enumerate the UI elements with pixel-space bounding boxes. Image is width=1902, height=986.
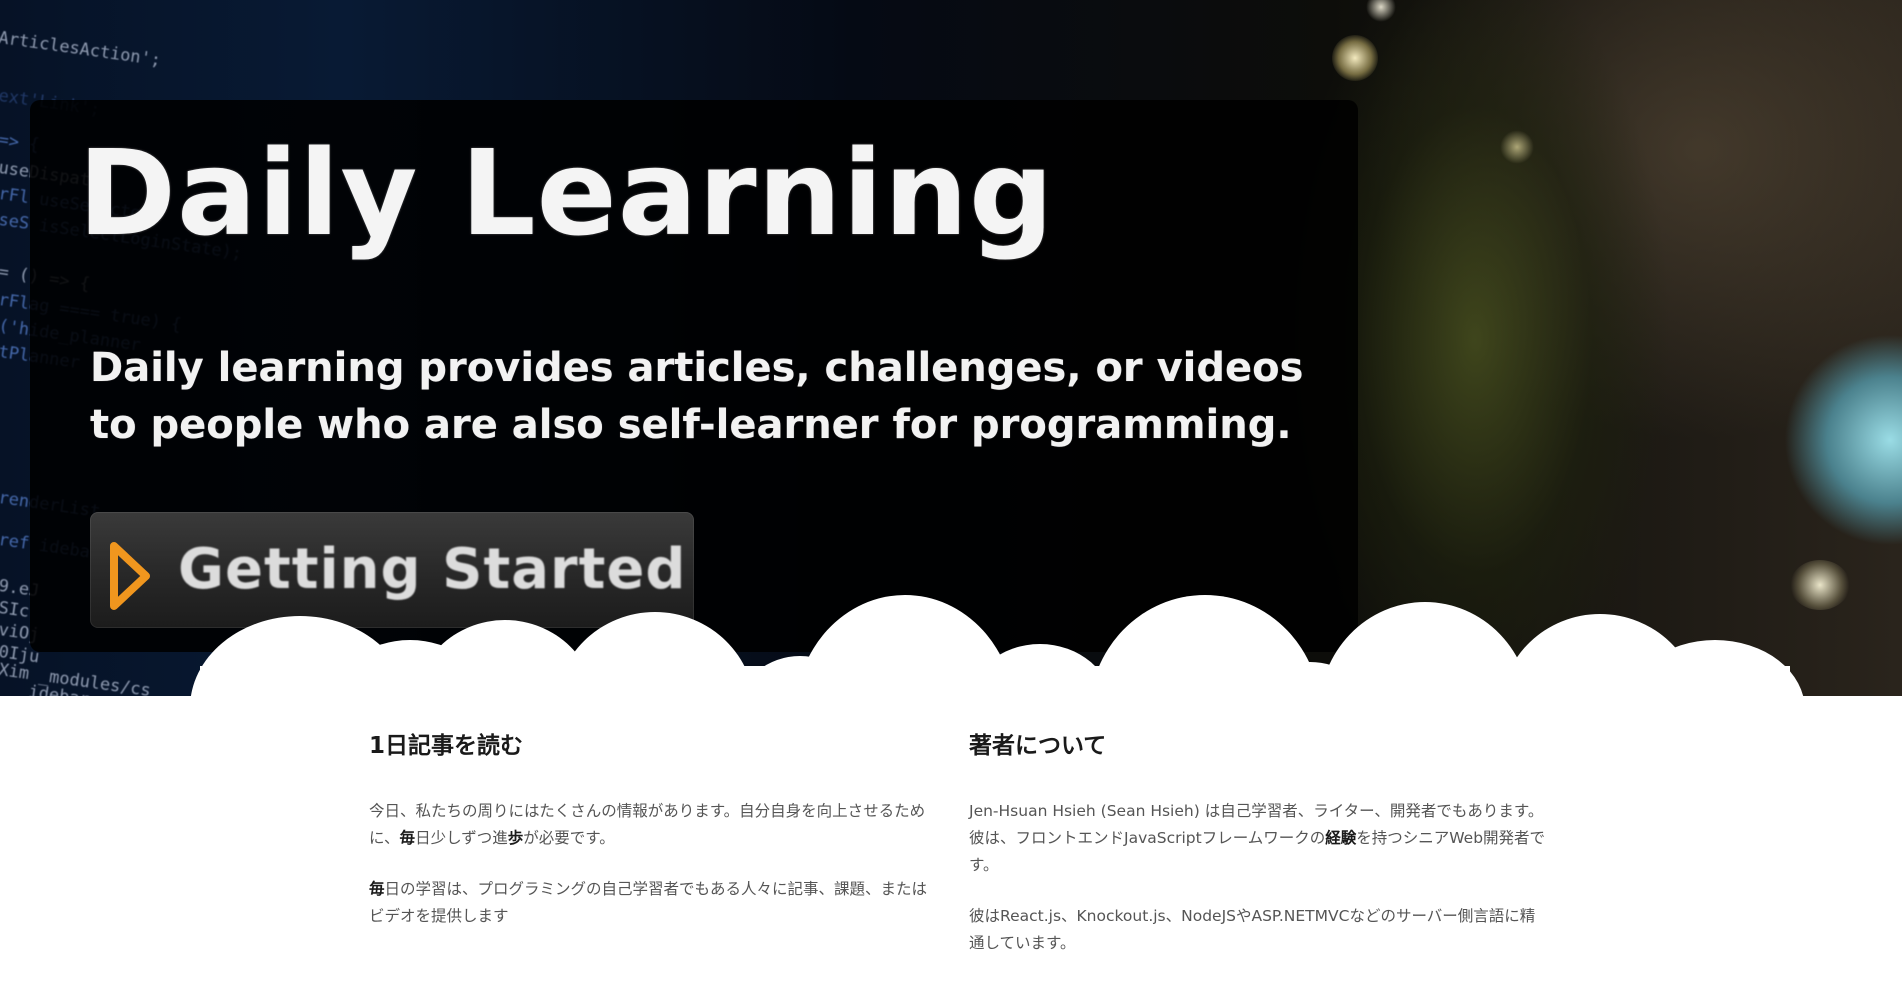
code-line: ArticlesAction'; — [0, 28, 163, 71]
hero-description: Daily learning provides articles, challe… — [90, 345, 1304, 448]
page: ArticlesAction'; ext'Link'; => { useDisp… — [0, 0, 1902, 986]
about-author-column: 著者について Jen-Hsuan Hsieh (Sean Hsieh) は自己学… — [969, 728, 1549, 957]
read-article-column: 1日記事を読む 今日、私たちの周りにはたくさんの情報があります。自分自身を向上さ… — [369, 728, 939, 930]
hero-banner: ArticlesAction'; ext'Link'; => { useDisp… — [0, 0, 1902, 696]
about-author-paragraph: Jen-Hsuan Hsieh (Sean Hsieh) は自己学習者、ライター… — [969, 802, 1546, 874]
bokeh-light — [1500, 130, 1534, 164]
read-article-paragraph: 毎日の学習は、プログラミングの自己学習者でもある人々に記事、課題、またはビデオを… — [369, 880, 928, 925]
about-author-heading: 著者について — [969, 733, 1107, 759]
about-author-paragraph: 彼はReact.js、Knockout.js、NodeJSやASP.NETMVC… — [969, 907, 1536, 952]
read-article-paragraph: 今日、私たちの周りにはたくさんの情報があります。自分自身を向上させるために、毎日… — [369, 802, 926, 847]
bokeh-light — [1366, 0, 1396, 22]
info-section: 1日記事を読む 今日、私たちの周りにはたくさんの情報があります。自分自身を向上さ… — [0, 696, 1902, 986]
hero-title: Daily Learning — [78, 124, 1055, 262]
cloud-divider — [190, 595, 1804, 696]
bokeh-light — [1332, 35, 1378, 81]
read-article-heading: 1日記事を読む — [369, 733, 524, 759]
